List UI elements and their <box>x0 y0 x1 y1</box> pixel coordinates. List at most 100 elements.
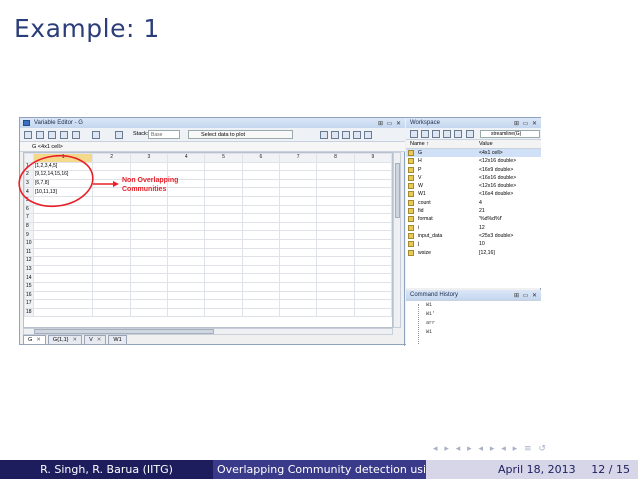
grid-cell[interactable] <box>92 204 131 215</box>
grid-cell[interactable] <box>279 221 318 232</box>
grid-cell[interactable] <box>279 161 318 172</box>
grid-cell[interactable] <box>32 204 94 215</box>
grid-cell[interactable] <box>129 281 169 292</box>
grid-cell[interactable] <box>279 290 318 301</box>
grid-cell[interactable] <box>279 195 318 206</box>
col-header[interactable]: 3 <box>129 153 169 163</box>
grid-cell[interactable] <box>279 307 318 318</box>
row-header[interactable]: 14 <box>24 273 34 283</box>
grid-cell[interactable] <box>92 161 131 172</box>
workspace-variable-row[interactable]: V <16x16 double> <box>406 174 541 182</box>
grid-cell[interactable] <box>316 161 355 172</box>
grid-cell[interactable]: [6,7,8] <box>32 178 94 189</box>
row-header[interactable]: 2 <box>24 170 34 180</box>
grid-cell[interactable] <box>316 178 355 189</box>
stack-select[interactable]: Base <box>148 130 180 139</box>
tab-w1[interactable]: W1 <box>108 335 127 345</box>
col-header[interactable]: 2 <box>92 153 131 163</box>
history-item[interactable]: arr <box>406 319 541 328</box>
grid-cell[interactable] <box>241 178 281 189</box>
col-header[interactable]: 6 <box>241 153 281 163</box>
grid-cell[interactable] <box>204 299 243 309</box>
value-column-header[interactable]: Value <box>479 140 493 149</box>
grid-cell[interactable] <box>353 238 392 249</box>
grid-cell[interactable] <box>353 290 392 301</box>
print-icon[interactable] <box>72 131 80 139</box>
grid-cell[interactable] <box>92 247 131 258</box>
col-header[interactable]: 7 <box>279 153 318 163</box>
grid-cell[interactable] <box>279 299 318 309</box>
workspace-variable-row[interactable]: H <12x16 double> <box>406 157 541 165</box>
grid-cell[interactable] <box>92 290 131 301</box>
grid-cell[interactable] <box>167 273 206 283</box>
grid-cell[interactable] <box>204 161 243 172</box>
col-header[interactable]: 9 <box>353 153 392 163</box>
grid-cell[interactable] <box>316 264 355 275</box>
grid-cell[interactable] <box>204 195 243 206</box>
grid-cell[interactable] <box>167 213 206 223</box>
grid-cell[interactable] <box>241 161 281 172</box>
grid-cell[interactable] <box>92 238 131 249</box>
paste-icon[interactable] <box>60 131 68 139</box>
grid-cell[interactable] <box>353 299 392 309</box>
tab-v[interactable]: V ✕ <box>84 335 107 345</box>
grid-cell[interactable] <box>241 221 281 232</box>
grid-cell[interactable] <box>167 281 206 292</box>
grid-cell[interactable] <box>279 204 318 215</box>
new-variable-icon[interactable] <box>410 130 418 138</box>
workspace-variable-row[interactable]: i 12 <box>406 224 541 232</box>
grid-cell[interactable] <box>32 213 94 223</box>
select-data-to-plot[interactable]: Select data to plot <box>188 130 293 139</box>
grid-cell[interactable] <box>316 238 355 249</box>
col-header[interactable]: 8 <box>316 153 355 163</box>
row-header[interactable]: 6 <box>24 204 34 215</box>
grid-cell[interactable] <box>92 195 131 206</box>
grid-cell[interactable] <box>241 187 281 197</box>
grid-cell[interactable] <box>92 264 131 275</box>
grid-cell[interactable]: [9,12,14,15,16] <box>32 170 94 180</box>
col-header[interactable]: 4 <box>167 153 206 163</box>
grid-cell[interactable] <box>279 187 318 197</box>
rows-icon[interactable] <box>342 131 350 139</box>
print-icon[interactable] <box>454 130 462 138</box>
grid-cell[interactable] <box>204 221 243 232</box>
workspace-variable-row[interactable]: j 10 <box>406 240 541 248</box>
grid-cell[interactable] <box>92 256 131 266</box>
delete-icon[interactable] <box>115 131 123 139</box>
grid-cell[interactable] <box>204 247 243 258</box>
grid-cell[interactable] <box>167 195 206 206</box>
row-header[interactable]: 7 <box>24 213 34 223</box>
grid-cell[interactable] <box>167 307 206 318</box>
grid-cell[interactable] <box>279 264 318 275</box>
row-header[interactable]: 16 <box>24 290 34 301</box>
grid-cell[interactable] <box>32 256 94 266</box>
grid-cell[interactable] <box>316 204 355 215</box>
grid-cell[interactable] <box>32 221 94 232</box>
grid-cell[interactable] <box>32 238 94 249</box>
row-header[interactable]: 10 <box>24 238 34 249</box>
grid-cell[interactable] <box>167 161 206 172</box>
delete-icon[interactable] <box>466 130 474 138</box>
close-icon[interactable]: ✕ <box>36 337 41 343</box>
grid-cell[interactable] <box>241 170 281 180</box>
row-header[interactable]: 17 <box>24 299 34 309</box>
grid-cell[interactable] <box>92 230 131 240</box>
grid-cell[interactable] <box>167 247 206 258</box>
grid-cell[interactable] <box>279 238 318 249</box>
col-header[interactable]: 1 <box>32 153 94 163</box>
grid-cell[interactable] <box>204 213 243 223</box>
grid-cell[interactable] <box>167 299 206 309</box>
grid-cell[interactable] <box>92 299 131 309</box>
brush-icon[interactable] <box>92 131 100 139</box>
grid-cell[interactable] <box>241 307 281 318</box>
grid-cell[interactable] <box>316 281 355 292</box>
grid-cell[interactable] <box>316 230 355 240</box>
grid-cell[interactable] <box>241 213 281 223</box>
row-header[interactable]: 15 <box>24 281 34 292</box>
grid-cell[interactable] <box>167 290 206 301</box>
grid-cell[interactable] <box>279 273 318 283</box>
grid-cell[interactable] <box>353 213 392 223</box>
row-header[interactable]: 11 <box>24 247 34 258</box>
grid-cell[interactable] <box>241 204 281 215</box>
float-icon[interactable] <box>353 131 361 139</box>
